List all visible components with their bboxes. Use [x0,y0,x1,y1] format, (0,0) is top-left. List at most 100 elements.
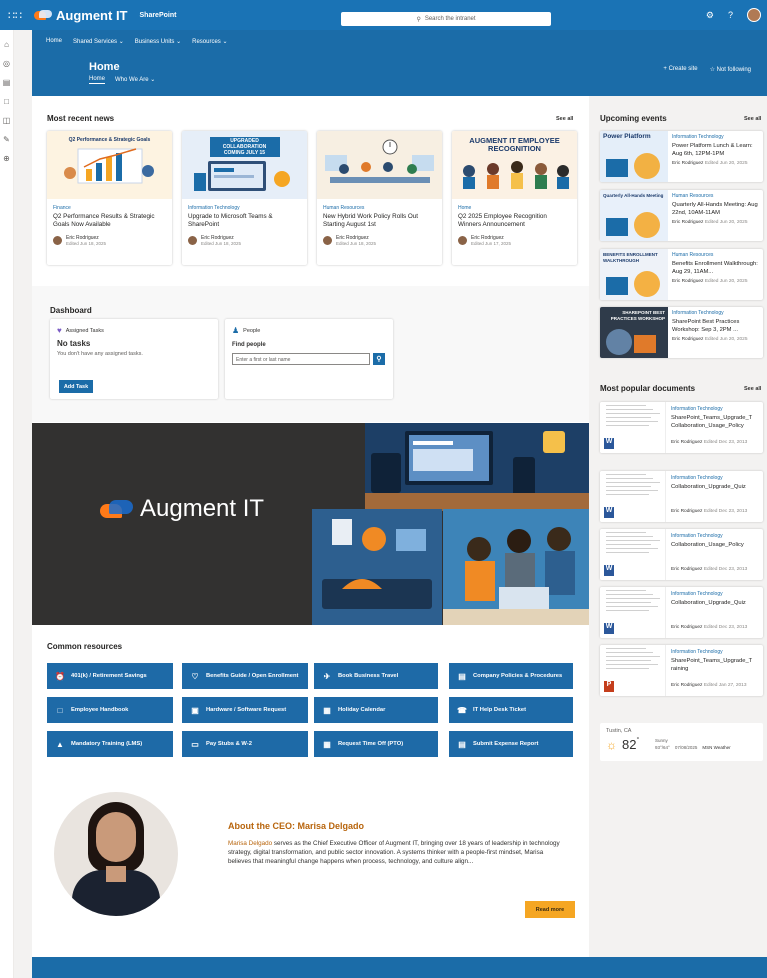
globe-icon[interactable]: ◎ [0,59,13,68]
resource-button[interactable]: ▦ Holiday Calendar [314,697,438,723]
page-title: Home [89,61,120,73]
people-search-input[interactable]: Enter a first or last name [232,353,370,365]
event-card[interactable]: Quarterly All-Hands Meeting Human Resourc… [600,190,763,241]
documents-see-all-link[interactable]: See all [744,386,761,392]
news-icon[interactable]: ▤ [0,78,13,87]
create-site-button[interactable]: + Create site [663,66,697,73]
document-title[interactable]: SharePoint_Teams_Upgrade_T Collaboration… [671,414,763,432]
settings-icon[interactable]: ⚙ [706,10,714,21]
resource-button[interactable]: ✈ Book Business Travel [314,663,438,689]
document-card[interactable]: P Information Technology SharePoint_Teams_… [600,645,763,696]
event-date: Edited Jun 20, 2025 [704,337,748,342]
add-icon[interactable]: ⊕ [0,154,13,163]
nav-resources[interactable]: Resources ⌄ [192,38,227,45]
event-category[interactable]: Human Resources [672,193,762,199]
document-card[interactable]: W Information Technology Collaboration_Upg… [600,471,763,522]
news-card[interactable]: Human Resources New Hybrid Work Policy R… [317,131,442,265]
resource-button[interactable]: ▤ Company Policies & Procedures [449,663,573,689]
subnav-who-we-are[interactable]: Who We Are ⌄ [115,76,155,84]
event-category[interactable]: Information Technology [672,310,762,316]
news-category[interactable]: Information Technology [188,205,301,211]
news-see-all-link[interactable]: See all [556,116,573,122]
news-category[interactable]: Human Resources [323,205,436,211]
news-category[interactable]: Finance [53,205,166,211]
team-laptop-illustration-icon [443,509,589,625]
follow-button[interactable]: ☆ Not following [710,66,751,73]
subnav-home[interactable]: Home [89,76,106,84]
resource-icon: ✈ [323,671,331,681]
help-icon[interactable]: ? [728,10,733,20]
event-title[interactable]: SharePoint Best Practices Workshop: Sep … [672,318,762,334]
people-icon: ♟ [232,326,240,335]
resource-button[interactable]: ▦ Request Time Off (PTO) [314,731,438,757]
file-icon[interactable]: □ [0,97,13,106]
nav-shared-services[interactable]: Shared Services ⌄ [73,38,124,45]
resource-button[interactable]: ♡ Benefits Guide / Open Enrollment [182,663,308,689]
database-icon[interactable]: ◫ [0,116,13,125]
news-card[interactable]: AUGMENT IT EMPLOYEE RECOGNITION Home Q2 … [452,131,577,265]
document-category[interactable]: Information Technology [671,533,763,539]
app-launcher-icon[interactable]: ∷∷ [0,0,30,30]
tasks-title: No tasks [57,339,91,348]
event-card[interactable]: Power Platform Information Technology Powe… [600,131,763,182]
temperature-value: 82 [622,737,637,752]
document-title[interactable]: Collaboration_Usage_Policy [671,541,763,559]
news-title[interactable]: Q2 2025 Employee Recognition Winners Ann… [458,213,571,231]
avatar[interactable] [747,8,761,22]
document-title[interactable]: Collaboration_Upgrade_Quiz [671,599,763,617]
news-card[interactable]: Q2 Performance & Strategic Goals Finance… [47,131,172,265]
people-search-button[interactable]: ⚲ [373,353,385,365]
resource-button[interactable]: □ Employee Handbook [47,697,173,723]
news-title[interactable]: New Hybrid Work Policy Rolls Out Startin… [323,213,436,231]
events-see-all-link[interactable]: See all [744,116,761,122]
resource-button[interactable]: ⏰ 401(k) / Retirement Savings [47,663,173,689]
news-card[interactable]: UPGRADED COLLABORATION COMING JULY 15 In… [182,131,307,265]
event-date: Edited Jun 20, 2025 [704,220,748,225]
add-task-button[interactable]: Add Task [59,380,93,393]
event-card[interactable]: SHAREPOINT BEST PRACTICES WORKSHOP Inform… [600,307,763,358]
event-author: Eric Rodriguez [672,337,704,342]
document-category[interactable]: Information Technology [671,475,763,481]
event-category[interactable]: Information Technology [672,134,762,140]
news-title[interactable]: Q2 Performance Results & Strategic Goals… [53,213,166,231]
document-preview: W [600,471,666,522]
document-card[interactable]: W Information Technology Collaboration_Upg… [600,587,763,638]
event-card[interactable]: BENEFITS ENROLLMENT WALKTHROUGH Human Res… [600,249,763,300]
news-category[interactable]: Home [458,205,571,211]
ceo-name-link[interactable]: Marisa Delgado [228,840,272,847]
resource-label: Holiday Calendar [338,707,386,713]
document-title[interactable]: Collaboration_Upgrade_Quiz [671,483,763,501]
event-category[interactable]: Human Resources [672,252,762,258]
people-label: People [243,327,261,334]
nav-business-units[interactable]: Business Units ⌄ [135,38,181,45]
document-category[interactable]: Information Technology [671,591,763,597]
chat-icon[interactable]: ✎ [0,135,13,144]
document-category[interactable]: Information Technology [671,406,763,412]
resource-button[interactable]: ▤ Submit Expense Report [449,731,573,757]
resource-label: Pay Stubs & W-2 [206,741,252,747]
event-title[interactable]: Quarterly All-Hands Meeting: Aug 22nd, 1… [672,201,762,217]
home-icon[interactable]: ⌂ [0,40,13,49]
document-category[interactable]: Information Technology [671,649,763,655]
ceo-bio-text: serves as the Chief Executive Officer of… [228,840,560,865]
event-title[interactable]: Power Platform Lunch & Learn: Aug 6th, 1… [672,142,762,158]
search-icon: ⚲ [376,356,382,363]
document-card[interactable]: W Information Technology Collaboration_Usa… [600,529,763,580]
read-more-button[interactable]: Read more [525,901,575,918]
weather-widget[interactable]: Tustin, CA ☼ 82° Sunny 93°/64° 07/08/202… [600,723,763,761]
event-author: Eric Rodriguez [672,279,704,284]
product-name[interactable]: SharePoint [140,12,177,19]
resource-button[interactable]: ▣ Hardware / Software Request [182,697,308,723]
event-title[interactable]: Benefits Enrollment Walkthrough: Aug 29,… [672,260,762,276]
resource-button[interactable]: ▭ Pay Stubs & W-2 [182,731,308,757]
search-box[interactable]: ⚲ Search the intranet [341,12,551,26]
brand-name[interactable]: Augment IT [56,8,128,23]
people-search-placeholder: Enter a first or last name [236,357,291,363]
document-title[interactable]: SharePoint_Teams_Upgrade_T raining [671,657,763,675]
resource-button[interactable]: ▲ Mandatory Training (LMS) [47,731,173,757]
news-title[interactable]: Upgrade to Microsoft Teams & SharePoint [188,213,301,231]
resource-button[interactable]: ☎ IT Help Desk Ticket [449,697,573,723]
document-card[interactable]: W Information Technology SharePoint_Teams_… [600,402,763,453]
news-heading: Most recent news [47,114,115,123]
nav-home[interactable]: Home [46,38,62,45]
